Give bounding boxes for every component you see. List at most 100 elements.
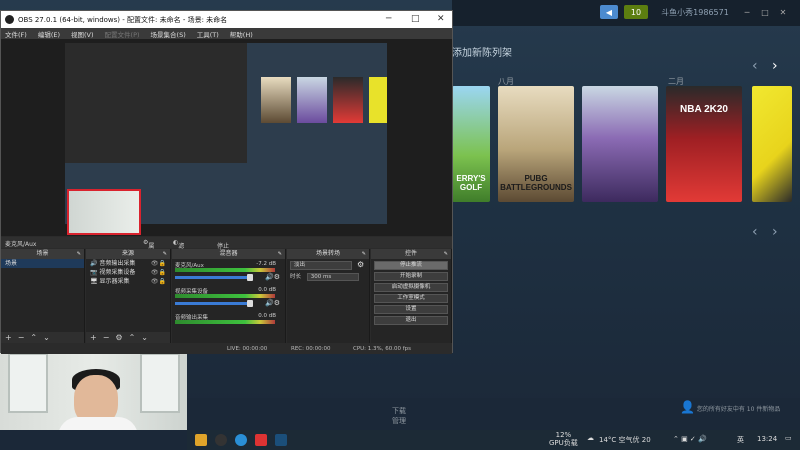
clock[interactable]: 13:24	[757, 435, 777, 443]
volume-knob[interactable]	[247, 274, 253, 281]
friends-icon: 👤	[680, 400, 695, 414]
window-frame	[140, 353, 180, 413]
source-item-label: 视频采集设备	[99, 269, 136, 276]
close-icon[interactable]: ✕	[437, 14, 445, 24]
menu-view[interactable]: 视图(V)	[71, 29, 94, 39]
virtual-camera-button[interactable]: 启动虚拟摄像机	[374, 283, 448, 292]
friends-panel[interactable]: 👤 您的所有好友中有 10 件新物品	[680, 400, 792, 428]
minimize-icon[interactable]: ─	[386, 14, 391, 24]
notifications-badge[interactable]: 10	[624, 5, 648, 19]
channel-db: 0.0 dB	[258, 287, 276, 293]
add-icon[interactable]: +	[5, 333, 12, 342]
up-icon[interactable]: ⌃	[129, 333, 136, 342]
next-arrow-icon[interactable]: ›	[772, 224, 778, 240]
transition-type: 淡出	[294, 262, 306, 268]
minimize-icon[interactable]: ─	[742, 5, 752, 19]
sources-footer: + − ⚙ ⌃ ⌄	[86, 332, 170, 343]
game-tile[interactable]: PUBG BATTLEGROUNDS	[498, 86, 574, 202]
source-item[interactable]: 🔊 音频输出采集 👁🔒	[86, 259, 170, 268]
down-icon[interactable]: ⌄	[43, 333, 50, 342]
scene-item[interactable]: 场景	[1, 259, 84, 268]
duration-label: 时长	[290, 274, 302, 280]
nested-preview	[65, 43, 247, 163]
prev-arrow-icon[interactable]: ‹	[752, 58, 758, 74]
menu-tools[interactable]: 工具(T)	[197, 29, 219, 39]
start-recording-button[interactable]: 开始录制	[374, 272, 448, 281]
source-item[interactable]: 📷 视频采集设备 👁🔒	[86, 268, 170, 277]
level-meter	[175, 268, 275, 272]
game-tile[interactable]	[582, 86, 658, 202]
down-icon[interactable]: ⌄	[141, 333, 148, 342]
download-label: 下载	[392, 407, 406, 415]
obs-icon[interactable]	[215, 434, 227, 446]
filters-button[interactable]: ◐ 滤镜	[173, 239, 184, 259]
add-icon[interactable]: +	[90, 333, 97, 342]
game-tile[interactable]	[752, 86, 792, 202]
notification-icon[interactable]: ▭	[785, 434, 792, 442]
visibility-icon[interactable]: 👁🔒	[151, 259, 166, 268]
pin-icon[interactable]: ✎	[362, 249, 366, 259]
webcam-overlay	[0, 345, 187, 430]
cpu-status: CPU: 1.3%, 60.00 fps	[353, 346, 412, 352]
menu-help[interactable]: 帮助(H)	[230, 29, 253, 39]
preview-canvas[interactable]	[1, 39, 452, 236]
level-meter	[175, 320, 275, 324]
broadcast-button[interactable]: ◀	[600, 5, 618, 19]
volume-slider[interactable]	[175, 276, 247, 279]
obs-title-bar: OBS 27.0.1 (64-bit, windows) - 配置文件: 未命名…	[1, 11, 452, 28]
pin-icon[interactable]: ✎	[163, 249, 167, 259]
user-menu[interactable]: 斗鱼小秀1986571	[660, 5, 730, 19]
browser-icon[interactable]	[235, 434, 247, 446]
studio-mode-button[interactable]: 工作室模式	[374, 294, 448, 303]
weather[interactable]: 14°C 空气优 20	[599, 435, 651, 445]
maximize-icon[interactable]: □	[411, 14, 420, 24]
up-icon[interactable]: ⌃	[30, 333, 37, 342]
steam-top-bar: ◀ 10 斗鱼小秀1986571 ─ □ ✕	[452, 0, 800, 26]
app-icon[interactable]	[195, 434, 207, 446]
settings-button[interactable]: 设置	[374, 305, 448, 314]
user-name: 斗鱼小秀1986571	[661, 7, 729, 17]
close-icon[interactable]: ✕	[778, 5, 788, 19]
menu-profile[interactable]: 配置文件(P)	[105, 29, 140, 39]
pin-icon[interactable]: ✎	[444, 249, 448, 259]
properties-button[interactable]: ⚙ 属性	[143, 239, 154, 259]
transition-settings-icon[interactable]: ⚙	[357, 260, 364, 269]
speaker-icon[interactable]: 🔊⚙	[265, 299, 280, 307]
gear-icon[interactable]: ⚙	[115, 333, 122, 342]
stop-streaming-button[interactable]: 停止推流	[374, 261, 448, 270]
duration-input[interactable]: 300 ms	[306, 273, 359, 281]
volume-knob[interactable]	[247, 300, 253, 307]
steam-icon[interactable]	[275, 434, 287, 446]
maximize-icon[interactable]: □	[760, 5, 770, 19]
scenes-title: 场景	[36, 250, 49, 257]
game-tile[interactable]: ERRY'S GOLF	[452, 86, 490, 202]
tray-icons[interactable]: ⌃ ▣ ✓ 🔊	[673, 435, 707, 443]
webcam-source-selection[interactable]	[67, 189, 141, 235]
mixer-channel: 麦克风/Aux -7.2 dB 🔊⚙	[175, 261, 282, 285]
speaker-icon[interactable]: 🔊⚙	[265, 273, 280, 281]
download-manager[interactable]: 下载 管理	[392, 406, 406, 426]
menu-edit[interactable]: 编辑(E)	[38, 29, 60, 39]
notifications-count: 10	[630, 7, 642, 17]
pin-icon[interactable]: ✎	[77, 249, 81, 259]
remove-icon[interactable]: −	[18, 333, 25, 342]
volume-slider[interactable]	[175, 302, 247, 305]
game-tile[interactable]: NBA 2K20	[666, 86, 742, 202]
remove-icon[interactable]: −	[103, 333, 110, 342]
next-arrow-icon[interactable]: ›	[772, 58, 778, 74]
pin-icon[interactable]: ✎	[278, 249, 282, 259]
visibility-icon[interactable]: 👁🔒	[151, 268, 166, 277]
source-item[interactable]: 🖥 显示器采集 👁🔒	[86, 277, 170, 286]
mixer-dock: 混音器 ✎ 麦克风/Aux -7.2 dB 🔊⚙ 视频采集设备 0.0 dB 🔊⚙…	[172, 249, 286, 343]
exit-button[interactable]: 退出	[374, 316, 448, 325]
sources-dock: 来源 ✎ 🔊 音频输出采集 👁🔒 📷 视频采集设备 👁🔒 🖥 显示器采集 👁🔒 + − ⚙ ⌃…	[86, 249, 171, 343]
input-language[interactable]: 英	[737, 435, 744, 445]
transition-select[interactable]: 淡出	[290, 261, 352, 270]
tool-icon[interactable]	[255, 434, 267, 446]
transitions-title: 场景转场	[315, 250, 340, 257]
menu-file[interactable]: 文件(F)	[5, 29, 27, 39]
visibility-icon[interactable]: 👁🔒	[151, 277, 166, 286]
prev-arrow-icon[interactable]: ‹	[752, 224, 758, 240]
menu-scene-collection[interactable]: 场景集合(S)	[151, 29, 186, 39]
shelf-title[interactable]: 添加新陈列架	[452, 44, 512, 59]
